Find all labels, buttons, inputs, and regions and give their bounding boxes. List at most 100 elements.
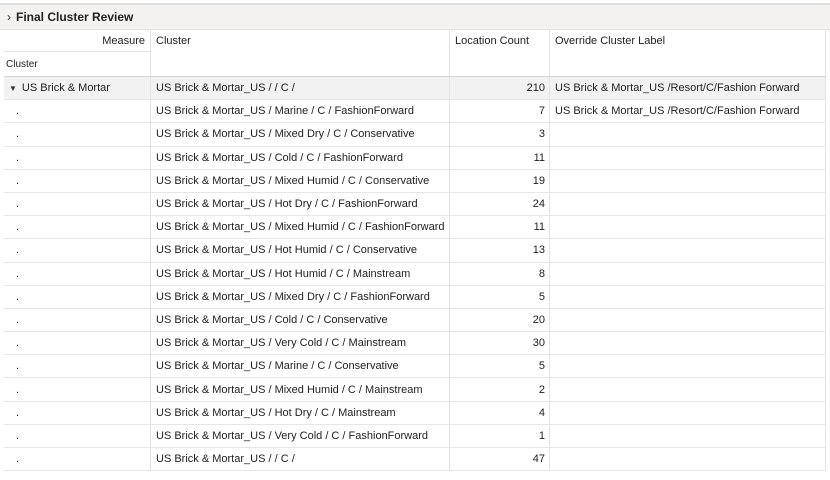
table-row[interactable]: . US Brick & Mortar_US / Cold / C / Fashi… xyxy=(4,146,826,170)
override-cluster-label-cell[interactable] xyxy=(550,285,826,308)
cluster-cell[interactable]: US Brick & Mortar_US / Mixed Humid / C /… xyxy=(151,216,450,239)
column-header-location-count[interactable]: Location Count xyxy=(450,29,550,76)
row-header-cell[interactable]: . xyxy=(4,100,151,123)
override-cluster-label-cell[interactable]: US Brick & Mortar_US /Resort/C/Fashion F… xyxy=(550,100,826,123)
location-count-cell[interactable]: 3 xyxy=(450,123,550,146)
location-count-cell[interactable]: 24 xyxy=(450,192,550,216)
column-header-label: Location Count xyxy=(455,35,529,47)
table-row[interactable]: . US Brick & Mortar_US / Hot Dry / C / Fa… xyxy=(4,192,826,217)
cluster-cell[interactable]: US Brick & Mortar_US / Very Cold / C / F… xyxy=(151,424,450,447)
location-count-cell[interactable]: 7 xyxy=(450,100,550,123)
row-header-cell[interactable]: . xyxy=(4,448,151,471)
row-header-placeholder: . xyxy=(16,337,20,350)
location-count-cell[interactable]: 2 xyxy=(450,378,550,401)
row-header-placeholder: . xyxy=(16,198,20,211)
row-dimension-label[interactable]: Cluster xyxy=(6,59,38,70)
override-cluster-label-cell[interactable] xyxy=(550,378,826,401)
override-cluster-label-cell[interactable] xyxy=(550,355,826,378)
row-header-cell[interactable]: . xyxy=(4,262,151,285)
override-cluster-label-cell[interactable] xyxy=(550,332,826,355)
chevron-right-icon[interactable]: › xyxy=(7,11,11,23)
cluster-cell[interactable]: US Brick & Mortar_US / Mixed Humid / C /… xyxy=(151,169,450,192)
row-header-cell[interactable]: . xyxy=(4,308,151,332)
row-header-cell[interactable]: . xyxy=(4,169,151,192)
row-header-cell[interactable]: . xyxy=(4,355,151,378)
table-row[interactable]: . US Brick & Mortar_US / Mixed Humid / C … xyxy=(4,378,826,402)
location-count-cell[interactable]: 1 xyxy=(450,424,550,447)
location-count-cell[interactable]: 47 xyxy=(450,448,550,471)
override-cluster-label-cell[interactable] xyxy=(550,308,826,332)
table-row[interactable]: . US Brick & Mortar_US / Mixed Humid / C … xyxy=(4,216,826,240)
table-row[interactable]: . US Brick & Mortar_US / Hot Dry / C / Ma… xyxy=(4,401,826,425)
row-header-placeholder: . xyxy=(16,429,20,442)
corner-divider xyxy=(4,51,151,52)
row-header-cell[interactable]: . xyxy=(4,216,151,239)
row-header-cell[interactable]: ▼ US Brick & Mortar xyxy=(4,77,151,100)
row-header-cell[interactable]: . xyxy=(4,378,151,401)
location-count-cell[interactable]: 11 xyxy=(450,216,550,239)
cluster-cell[interactable]: US Brick & Mortar_US / Hot Dry / C / Mai… xyxy=(151,401,450,424)
location-count-cell[interactable]: 19 xyxy=(450,169,550,192)
row-header-cell[interactable]: . xyxy=(4,401,151,424)
table-row[interactable]: . US Brick & Mortar_US / Cold / C / Conse… xyxy=(4,308,826,333)
row-header-placeholder: . xyxy=(16,105,20,118)
location-count-cell[interactable]: 210 xyxy=(450,77,550,100)
override-cluster-label-cell[interactable] xyxy=(550,401,826,424)
override-cluster-label-cell[interactable] xyxy=(550,239,826,262)
override-cluster-label-cell[interactable] xyxy=(550,146,826,169)
override-cluster-label-cell[interactable] xyxy=(550,448,826,471)
column-header-override-cluster-label[interactable]: Override Cluster Label xyxy=(550,29,826,76)
cluster-cell[interactable]: US Brick & Mortar_US / Hot Dry / C / Fas… xyxy=(151,192,450,216)
cluster-cell[interactable]: US Brick & Mortar_US / Very Cold / C / M… xyxy=(151,332,450,355)
table-row[interactable]: ▼ US Brick & Mortar US Brick & Mortar_US /… xyxy=(4,77,826,101)
row-header-cell[interactable]: . xyxy=(4,192,151,216)
override-cluster-label-cell[interactable] xyxy=(550,424,826,447)
override-cluster-label-cell[interactable] xyxy=(550,192,826,216)
location-count-cell[interactable]: 20 xyxy=(450,308,550,332)
cluster-cell[interactable]: US Brick & Mortar_US / / C / xyxy=(151,448,450,471)
grid-body: ▼ US Brick & Mortar US Brick & Mortar_US /… xyxy=(4,77,826,472)
table-row[interactable]: . US Brick & Mortar_US / Very Cold / C / … xyxy=(4,424,826,448)
location-count-cell[interactable]: 5 xyxy=(450,285,550,308)
table-row[interactable]: . US Brick & Mortar_US / Hot Humid / C / … xyxy=(4,239,826,263)
location-count-cell[interactable]: 4 xyxy=(450,401,550,424)
cluster-cell[interactable]: US Brick & Mortar_US / / C / xyxy=(151,77,450,100)
row-header-cell[interactable]: . xyxy=(4,424,151,447)
cluster-cell[interactable]: US Brick & Mortar_US / Cold / C / Conser… xyxy=(151,308,450,332)
override-cluster-label-cell[interactable] xyxy=(550,216,826,239)
location-count-cell[interactable]: 30 xyxy=(450,332,550,355)
row-header-cell[interactable]: . xyxy=(4,123,151,146)
override-cluster-label-cell[interactable] xyxy=(550,262,826,285)
row-header-cell[interactable]: . xyxy=(4,146,151,169)
override-cluster-label-cell[interactable] xyxy=(550,123,826,146)
panel-header[interactable]: › Final Cluster Review xyxy=(0,5,830,30)
table-row[interactable]: . US Brick & Mortar_US / Mixed Humid / C … xyxy=(4,169,826,193)
caret-down-icon[interactable]: ▼ xyxy=(9,84,17,93)
row-header-cell[interactable]: . xyxy=(4,285,151,308)
table-row[interactable]: . US Brick & Mortar_US / Hot Humid / C / … xyxy=(4,262,826,286)
column-header-cluster[interactable]: Cluster xyxy=(151,29,450,76)
override-cluster-label-cell[interactable]: US Brick & Mortar_US /Resort/C/Fashion F… xyxy=(550,77,826,100)
cluster-cell[interactable]: US Brick & Mortar_US / Marine / C / Fash… xyxy=(151,100,450,123)
table-row[interactable]: . US Brick & Mortar_US / Marine / C / Con… xyxy=(4,355,826,379)
location-count-cell[interactable]: 5 xyxy=(450,355,550,378)
row-header-cell[interactable]: . xyxy=(4,332,151,355)
row-header-placeholder: . xyxy=(16,128,20,141)
location-count-cell[interactable]: 11 xyxy=(450,146,550,169)
cluster-cell[interactable]: US Brick & Mortar_US / Mixed Humid / C /… xyxy=(151,378,450,401)
table-row[interactable]: . US Brick & Mortar_US / Mixed Dry / C / … xyxy=(4,123,826,147)
cluster-cell[interactable]: US Brick & Mortar_US / Hot Humid / C / C… xyxy=(151,239,450,262)
row-header-cell[interactable]: . xyxy=(4,239,151,262)
cluster-cell[interactable]: US Brick & Mortar_US / Mixed Dry / C / F… xyxy=(151,285,450,308)
cluster-cell[interactable]: US Brick & Mortar_US / Mixed Dry / C / C… xyxy=(151,123,450,146)
cluster-cell[interactable]: US Brick & Mortar_US / Marine / C / Cons… xyxy=(151,355,450,378)
override-cluster-label-cell[interactable] xyxy=(550,169,826,192)
location-count-cell[interactable]: 8 xyxy=(450,262,550,285)
cluster-cell[interactable]: US Brick & Mortar_US / Hot Humid / C / M… xyxy=(151,262,450,285)
location-count-cell[interactable]: 13 xyxy=(450,239,550,262)
table-row[interactable]: . US Brick & Mortar_US / Marine / C / Fas… xyxy=(4,100,826,124)
table-row[interactable]: . US Brick & Mortar_US / Mixed Dry / C / … xyxy=(4,285,826,309)
cluster-cell[interactable]: US Brick & Mortar_US / Cold / C / Fashio… xyxy=(151,146,450,169)
table-row[interactable]: . US Brick & Mortar_US / Very Cold / C / … xyxy=(4,332,826,356)
table-row[interactable]: . US Brick & Mortar_US / / C /47 xyxy=(4,448,826,472)
